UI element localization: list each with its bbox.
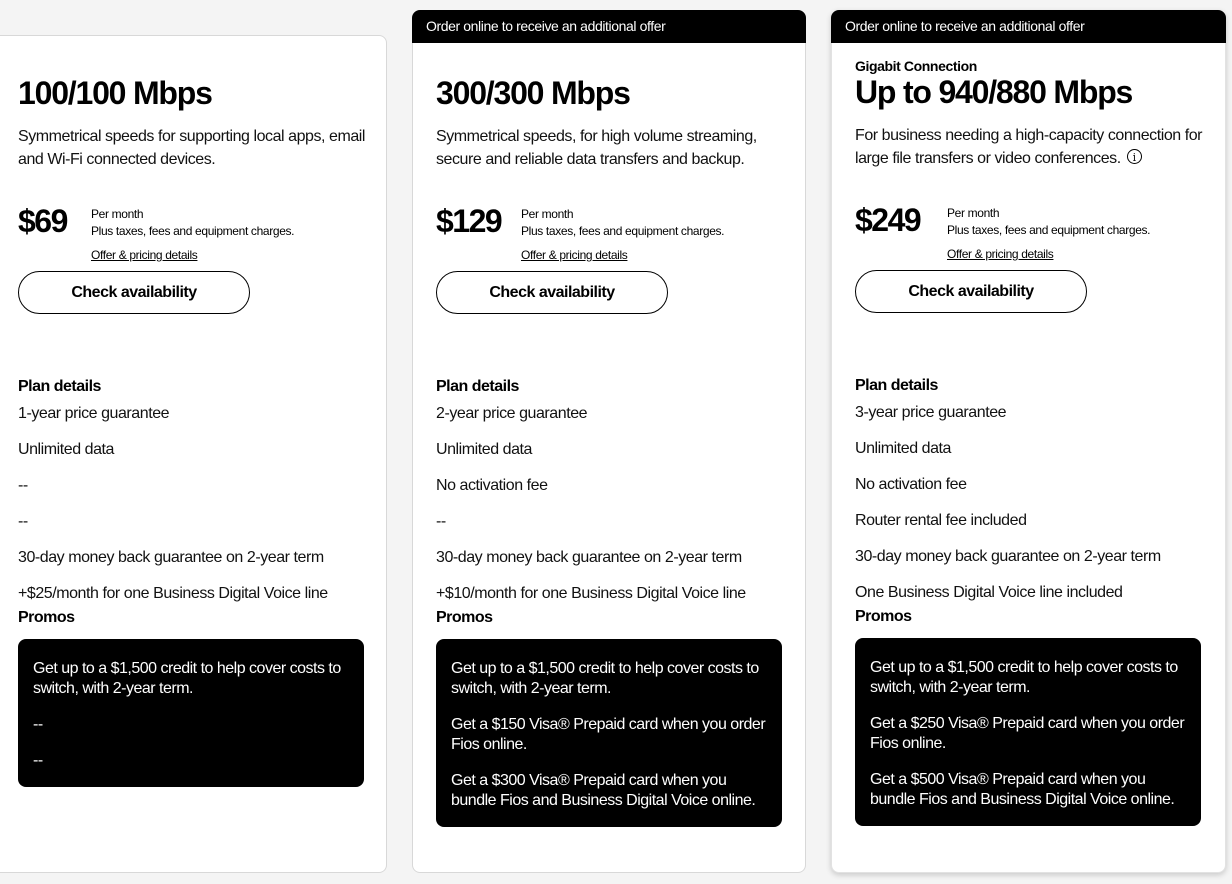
plan-description-text: For business needing a high-capacity con…: [855, 127, 1203, 167]
price-period: Per month: [947, 206, 1000, 220]
price-note: Plus taxes, fees and equipment charges.: [91, 224, 295, 238]
offer-pricing-link[interactable]: Offer & pricing details: [521, 248, 628, 262]
plan-detail-item: 3-year price guarantee: [855, 404, 1007, 421]
price-meta: Per month Plus taxes, fees and equipment…: [91, 206, 295, 240]
plan-card-100: 100/100 Mbps Symmetrical speeds for supp…: [0, 35, 387, 873]
promo-item: Get up to a $1,500 credit to help cover …: [870, 659, 1178, 696]
price-period: Per month: [521, 207, 574, 221]
plan-detail-item: 1-year price guarantee: [18, 405, 170, 422]
plan-content: 300/300 Mbps Symmetrical speeds, for hig…: [436, 75, 786, 827]
plan-detail-item: Unlimited data: [436, 441, 532, 458]
promo-item: Get up to a $1,500 credit to help cover …: [33, 660, 341, 697]
plan-speed: 100/100 Mbps: [18, 75, 213, 111]
promos-title: Promos: [18, 609, 75, 626]
plan-detail-item: Unlimited data: [855, 440, 951, 457]
promo-item: --: [33, 716, 43, 733]
check-availability-button[interactable]: Check availability: [18, 271, 250, 314]
plan-details-title: Plan details: [436, 378, 519, 395]
online-offer-banner: Order online to receive an additional of…: [412, 10, 806, 43]
online-offer-banner: Order online to receive an additional of…: [831, 10, 1226, 43]
plan-price: $69: [18, 203, 68, 239]
plan-details-list: 2-year price guarantee Unlimited data No…: [436, 397, 786, 613]
check-availability-button[interactable]: Check availability: [436, 271, 668, 314]
promo-item: Get a $250 Visa® Prepaid card when you o…: [870, 715, 1185, 752]
plan-details-title: Plan details: [855, 377, 938, 394]
promo-item: --: [33, 752, 43, 769]
plan-speed: 300/300 Mbps: [436, 75, 631, 111]
price-note: Plus taxes, fees and equipment charges.: [521, 224, 725, 238]
price-meta: Per month Plus taxes, fees and equipment…: [521, 206, 725, 240]
plan-content: Gigabit Connection Up to 940/880 Mbps Fo…: [855, 58, 1215, 826]
plan-eyebrow: Gigabit Connection: [855, 58, 977, 74]
plan-details-list: 1-year price guarantee Unlimited data --…: [18, 397, 368, 613]
price-row: $129 Per month Plus taxes, fees and equi…: [436, 203, 786, 263]
plan-detail-item: --: [18, 477, 28, 494]
price-row: $69 Per month Plus taxes, fees and equip…: [18, 203, 368, 263]
plan-description: Symmetrical speeds, for high volume stre…: [436, 128, 757, 168]
promo-item: Get a $150 Visa® Prepaid card when you o…: [451, 716, 766, 753]
plan-detail-item: 30-day money back guarantee on 2-year te…: [436, 549, 742, 566]
promos-box: Get up to a $1,500 credit to help cover …: [855, 638, 1201, 826]
plan-speed: Up to 940/880 Mbps: [855, 74, 1133, 110]
price-period: Per month: [91, 207, 144, 221]
price-row: $249 Per month Plus taxes, fees and equi…: [855, 202, 1215, 262]
offer-pricing-link[interactable]: Offer & pricing details: [91, 248, 198, 262]
plan-description: For business needing a high-capacity con…: [855, 124, 1215, 174]
plan-card-gigabit: Order online to receive an additional of…: [831, 10, 1226, 873]
promo-item: Get up to a $1,500 credit to help cover …: [451, 660, 759, 697]
promos-box: Get up to a $1,500 credit to help cover …: [18, 639, 364, 787]
plan-details-title: Plan details: [18, 378, 101, 395]
plan-detail-item: 30-day money back guarantee on 2-year te…: [855, 548, 1161, 565]
plan-detail-item: No activation fee: [436, 477, 548, 494]
promos-title: Promos: [436, 609, 493, 626]
info-icon[interactable]: i: [1126, 149, 1142, 164]
plan-details-list: 3-year price guarantee Unlimited data No…: [855, 396, 1215, 612]
plan-card-300: Order online to receive an additional of…: [412, 10, 806, 873]
plan-price: $249: [855, 202, 922, 238]
check-availability-button[interactable]: Check availability: [855, 270, 1087, 313]
plan-description: Symmetrical speeds for supporting local …: [18, 128, 365, 168]
plan-detail-item: 30-day money back guarantee on 2-year te…: [18, 549, 324, 566]
promos-title: Promos: [855, 608, 912, 625]
plan-detail-item: --: [18, 513, 28, 530]
plan-detail-item: Router rental fee included: [855, 512, 1027, 529]
plan-detail-item: Unlimited data: [18, 441, 114, 458]
price-meta: Per month Plus taxes, fees and equipment…: [947, 205, 1151, 239]
offer-pricing-link[interactable]: Offer & pricing details: [947, 247, 1054, 261]
plan-detail-item: 2-year price guarantee: [436, 405, 588, 422]
plan-content: 100/100 Mbps Symmetrical speeds for supp…: [18, 75, 368, 787]
promo-item: Get a $500 Visa® Prepaid card when you b…: [870, 771, 1175, 808]
promos-box: Get up to a $1,500 credit to help cover …: [436, 639, 782, 827]
promo-item: Get a $300 Visa® Prepaid card when you b…: [451, 772, 756, 809]
price-note: Plus taxes, fees and equipment charges.: [947, 223, 1151, 237]
plan-detail-item: No activation fee: [855, 476, 967, 493]
plan-price: $129: [436, 203, 503, 239]
plan-detail-item: --: [436, 513, 446, 530]
